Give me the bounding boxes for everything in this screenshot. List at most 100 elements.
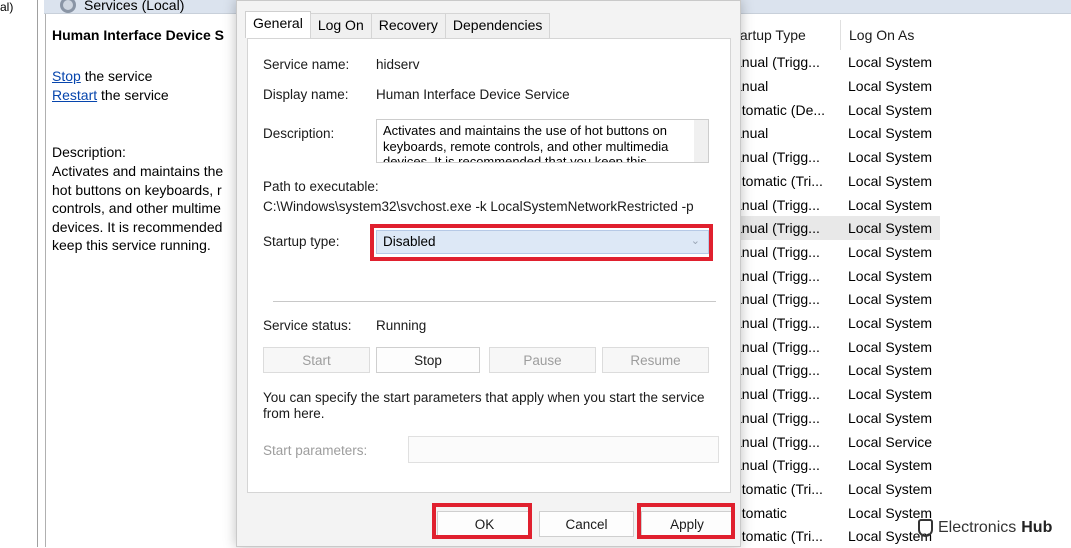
service-name-value: hidserv — [376, 57, 420, 72]
startup-type-cell: anual (Trigg... — [734, 54, 834, 70]
startup-type-cell: anual (Trigg... — [734, 220, 834, 236]
service-row[interactable]: utomatic (Tri...Local System — [740, 525, 940, 548]
service-row[interactable]: anualLocal System — [740, 74, 940, 98]
service-row[interactable]: utomaticLocal System — [740, 501, 940, 525]
start-params-hint: You can specify the start parameters tha… — [263, 390, 713, 422]
service-status-label: Service status: — [263, 318, 352, 333]
startup-type-label: Startup type: — [263, 234, 340, 249]
startup-type-cell: anual (Trigg... — [734, 410, 834, 426]
stop-service-suffix: the service — [81, 68, 153, 84]
watermark-brand: Electronics — [938, 519, 1016, 537]
restart-service-link[interactable]: Restart — [52, 87, 97, 103]
display-name-value: Human Interface Device Service — [376, 87, 570, 102]
startup-type-cell: anual — [734, 78, 834, 94]
startup-type-cell: utomatic (Tri... — [734, 173, 834, 189]
highlight-apply-button — [637, 503, 735, 539]
path-value: C:\Windows\system32\svchost.exe -k Local… — [263, 199, 694, 214]
highlight-startup-type — [370, 224, 713, 261]
startup-type-cell: anual (Trigg... — [734, 244, 834, 260]
restart-service-line: Restart the service — [52, 87, 169, 103]
service-row[interactable]: utomatic (Tri...Local System — [740, 477, 940, 501]
service-row[interactable]: anual (Trigg...Local System — [740, 264, 940, 288]
startup-type-cell: utomatic — [734, 505, 834, 521]
log-on-as-cell: Local System — [834, 291, 934, 307]
startup-type-cell: anual (Trigg... — [734, 315, 834, 331]
services-gear-icon — [60, 0, 76, 13]
log-on-as-cell: Local System — [834, 339, 934, 355]
log-on-as-cell: Local System — [834, 54, 934, 70]
services-title: Services (Local) — [60, 0, 184, 13]
startup-type-cell: anual — [734, 125, 834, 141]
startup-type-cell: utomatic (Tri... — [734, 528, 834, 544]
tab-recovery[interactable]: Recovery — [371, 13, 446, 38]
description-label: Description: — [263, 126, 334, 141]
start-params-input[interactable] — [408, 436, 719, 463]
tab-strip: General Log On Recovery Dependencies — [245, 11, 549, 38]
tab-general[interactable]: General — [245, 11, 311, 38]
service-row[interactable]: utomatic (De...Local System — [740, 98, 940, 122]
tab-log-on[interactable]: Log On — [310, 13, 372, 38]
general-tab-panel: Service name: hidserv Display name: Huma… — [247, 38, 731, 493]
log-on-as-cell: Local System — [834, 481, 934, 497]
startup-type-cell: anual (Trigg... — [734, 339, 834, 355]
log-on-as-cell: Local System — [834, 78, 934, 94]
stop-button[interactable]: Stop — [376, 347, 480, 373]
description-scrollbar[interactable] — [694, 120, 708, 163]
startup-type-cell: utomatic (De... — [734, 102, 834, 118]
column-divider[interactable] — [840, 20, 841, 50]
service-row[interactable]: anual (Trigg...Local System — [740, 335, 940, 359]
service-row[interactable]: anual (Trigg...Local System — [740, 382, 940, 406]
restart-service-suffix: the service — [97, 87, 169, 103]
resume-button[interactable]: Resume — [602, 347, 709, 373]
service-row[interactable]: utomatic (Tri...Local System — [740, 169, 940, 193]
startup-type-cell: anual (Trigg... — [734, 268, 834, 284]
log-on-as-cell: Local System — [834, 220, 934, 236]
stop-service-link[interactable]: Stop — [52, 68, 81, 84]
service-row[interactable]: anual (Trigg...Local System — [740, 51, 940, 75]
separator — [273, 301, 716, 302]
left-tree-pane: al) — [0, 0, 38, 547]
service-row[interactable]: anual (Trigg...Local System — [740, 193, 940, 217]
service-status-value: Running — [376, 318, 426, 333]
service-name-label: Service name: — [263, 57, 349, 72]
log-on-as-cell: Local System — [834, 315, 934, 331]
log-on-as-cell: Local System — [834, 173, 934, 189]
description-heading: Description: — [52, 144, 126, 160]
service-row[interactable]: anual (Trigg...Local Service — [740, 430, 940, 454]
service-row[interactable]: anualLocal System — [740, 122, 940, 146]
service-row[interactable]: anual (Trigg...Local System — [740, 453, 940, 477]
description-textbox[interactable]: Activates and maintains the use of hot b… — [376, 119, 709, 163]
startup-type-cell: anual (Trigg... — [734, 149, 834, 165]
watermark-suffix: Hub — [1021, 519, 1052, 537]
description-body: Activates and maintains the hot buttons … — [52, 162, 238, 255]
startup-type-cell: anual (Trigg... — [734, 386, 834, 402]
start-button[interactable]: Start — [263, 347, 370, 373]
log-on-as-cell: Local System — [834, 125, 934, 141]
service-row[interactable]: anual (Trigg...Local System — [740, 240, 940, 264]
service-row[interactable]: anual (Trigg...Local System — [740, 359, 940, 383]
log-on-as-cell: Local System — [834, 149, 934, 165]
log-on-as-cell: Local System — [834, 362, 934, 378]
log-on-as-cell: Local Service — [834, 434, 934, 450]
column-header-startup-type[interactable]: tartup Type — [736, 27, 806, 43]
services-title-text: Services (Local) — [84, 0, 184, 13]
service-row[interactable]: anual (Trigg...Local System — [740, 216, 940, 240]
tree-item-label[interactable]: al) — [0, 0, 13, 14]
pause-button[interactable]: Pause — [489, 347, 596, 373]
selected-service-title: Human Interface Device S — [52, 27, 240, 43]
startup-type-cell: anual (Trigg... — [734, 291, 834, 307]
startup-type-cell: anual (Trigg... — [734, 457, 834, 473]
service-row[interactable]: anual (Trigg...Local System — [740, 288, 940, 312]
tab-dependencies[interactable]: Dependencies — [445, 13, 551, 38]
log-on-as-cell: Local System — [834, 268, 934, 284]
log-on-as-cell: Local System — [834, 197, 934, 213]
path-label: Path to executable: — [263, 179, 379, 194]
startup-type-cell: anual (Trigg... — [734, 434, 834, 450]
display-name-label: Display name: — [263, 87, 349, 102]
service-row[interactable]: anual (Trigg...Local System — [740, 311, 940, 335]
column-header-log-on-as[interactable]: Log On As — [849, 27, 914, 43]
service-row[interactable]: anual (Trigg...Local System — [740, 406, 940, 430]
description-value: Activates and maintains the use of hot b… — [377, 120, 693, 163]
service-row[interactable]: anual (Trigg...Local System — [740, 145, 940, 169]
cancel-button[interactable]: Cancel — [539, 511, 634, 537]
